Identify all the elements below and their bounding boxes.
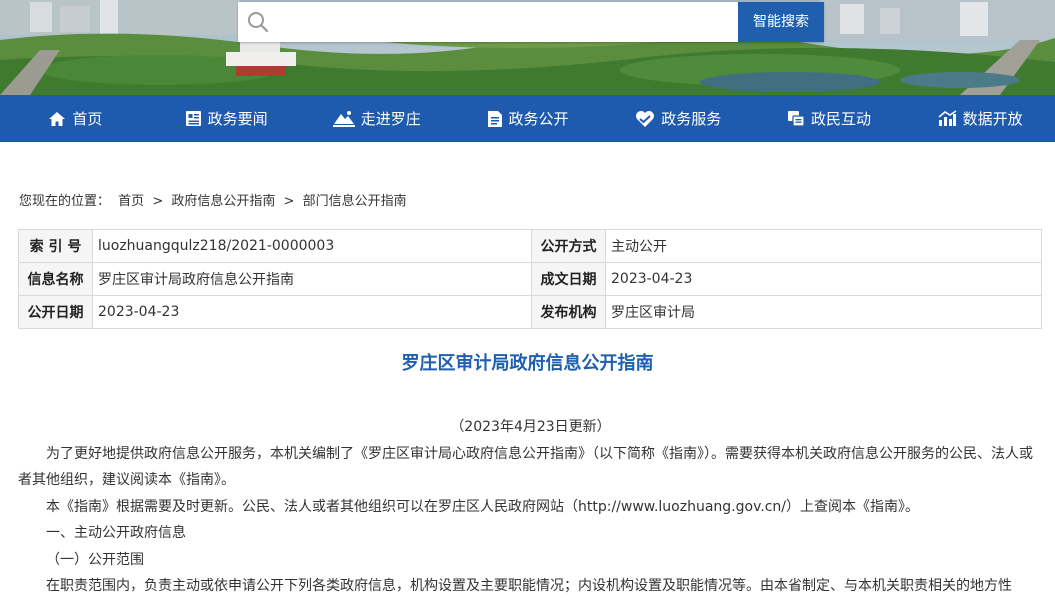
nav-item-gov-services[interactable]: 政务服务 xyxy=(603,95,754,142)
breadcrumb-item-guide[interactable]: 政府信息公开指南 xyxy=(171,194,275,209)
subsection-heading: （一）公开范围 xyxy=(46,551,144,568)
nav-item-label: 政务要闻 xyxy=(207,110,268,128)
heart-icon xyxy=(636,110,655,127)
nav-item-label: 政务公开 xyxy=(508,110,569,128)
publish-date-value: 2023-04-23 xyxy=(92,295,532,329)
disclosure-mode-value: 主动公开 xyxy=(605,229,1042,263)
home-icon xyxy=(49,111,66,126)
nav-item-label: 政民互动 xyxy=(810,110,871,128)
search-input[interactable] xyxy=(282,2,732,42)
article-paragraph: 本《指南》根据需要及时更新。公民、法人或者其他组织可以在罗庄区人民政府网站（ht… xyxy=(46,498,920,515)
breadcrumb-prefix: 您现在的位置： xyxy=(19,194,111,209)
info-row: 信息名称 罗庄区审计局政府信息公开指南 成文日期 2023-04-23 xyxy=(18,262,1042,296)
info-name-value: 罗庄区审计局政府信息公开指南 xyxy=(92,262,532,296)
info-table: 索 引 号 luozhuangqulz218/2021-0000003 公开方式… xyxy=(18,229,1042,329)
breadcrumb-separator: > xyxy=(283,194,295,209)
index-number-value: luozhuangqulz218/2021-0000003 xyxy=(92,229,532,263)
header-banner: 智能搜索 xyxy=(0,0,1055,95)
publisher-value: 罗庄区审计局 xyxy=(605,295,1042,329)
nav-item-interaction[interactable]: 政民互动 xyxy=(754,95,905,142)
nav-item-label: 走进罗庄 xyxy=(360,110,421,128)
update-note: （2023年4月23日更新） xyxy=(450,419,611,435)
article-paragraph: 为了更好地提供政府信息公开服务，本机关编制了《罗庄区审计局心政府信息公开指南》（… xyxy=(18,445,1033,489)
info-row: 公开日期 2023-04-23 发布机构 罗庄区审计局 xyxy=(18,295,1042,329)
section-heading: 一、主动公开政府信息 xyxy=(46,525,186,541)
news-icon xyxy=(185,111,201,126)
nav-item-news[interactable]: 政务要闻 xyxy=(151,95,302,142)
nav-item-about-luozhuang[interactable]: 走进罗庄 xyxy=(301,95,452,142)
disclosure-mode-label: 公开方式 xyxy=(531,229,606,263)
landscape-icon xyxy=(332,111,355,127)
article-body: （2023年4月23日更新） 为了更好地提供政府信息公开服务，本机关编制了《罗庄… xyxy=(18,414,1043,600)
smart-search-button[interactable]: 智能搜索 xyxy=(738,2,824,42)
nav-item-label: 首页 xyxy=(72,110,103,128)
chart-icon xyxy=(938,110,957,126)
search-bar: 智能搜索 xyxy=(238,2,824,42)
breadcrumb: 您现在的位置： 首页 > 政府信息公开指南 > 部门信息公开指南 xyxy=(19,190,411,209)
nav-item-gov-disclosure[interactable]: 政务公开 xyxy=(452,95,603,142)
nav-item-label: 数据开放 xyxy=(962,110,1023,128)
written-date-label: 成文日期 xyxy=(531,262,606,296)
article-title: 罗庄区审计局政府信息公开指南 xyxy=(401,353,654,374)
document-icon xyxy=(487,110,502,127)
index-number-label: 索 引 号 xyxy=(18,229,93,263)
nav-item-label: 政务服务 xyxy=(661,110,722,128)
breadcrumb-separator: > xyxy=(152,194,164,209)
info-row: 索 引 号 luozhuangqulz218/2021-0000003 公开方式… xyxy=(18,229,1042,263)
nav-item-home[interactable]: 首页 xyxy=(0,95,151,142)
breadcrumb-item-dept-guide[interactable]: 部门信息公开指南 xyxy=(303,194,407,209)
chat-icon xyxy=(787,110,805,127)
nav-item-open-data[interactable]: 数据开放 xyxy=(904,95,1055,142)
written-date-value: 2023-04-23 xyxy=(605,262,1042,296)
breadcrumb-item-home[interactable]: 首页 xyxy=(118,194,144,209)
publish-date-label: 公开日期 xyxy=(18,295,93,329)
publisher-label: 发布机构 xyxy=(531,295,606,329)
article-paragraph: 在职责范围内，负责主动或依申请公开下列各类政府信息，机构设置及主要职能情况；内设… xyxy=(46,578,1012,594)
search-icon xyxy=(248,12,269,33)
info-name-label: 信息名称 xyxy=(18,262,93,296)
main-nav: 首页 政务要闻 走进罗庄 政务公开 政务服务 政民互动 数据开放 xyxy=(0,95,1055,142)
